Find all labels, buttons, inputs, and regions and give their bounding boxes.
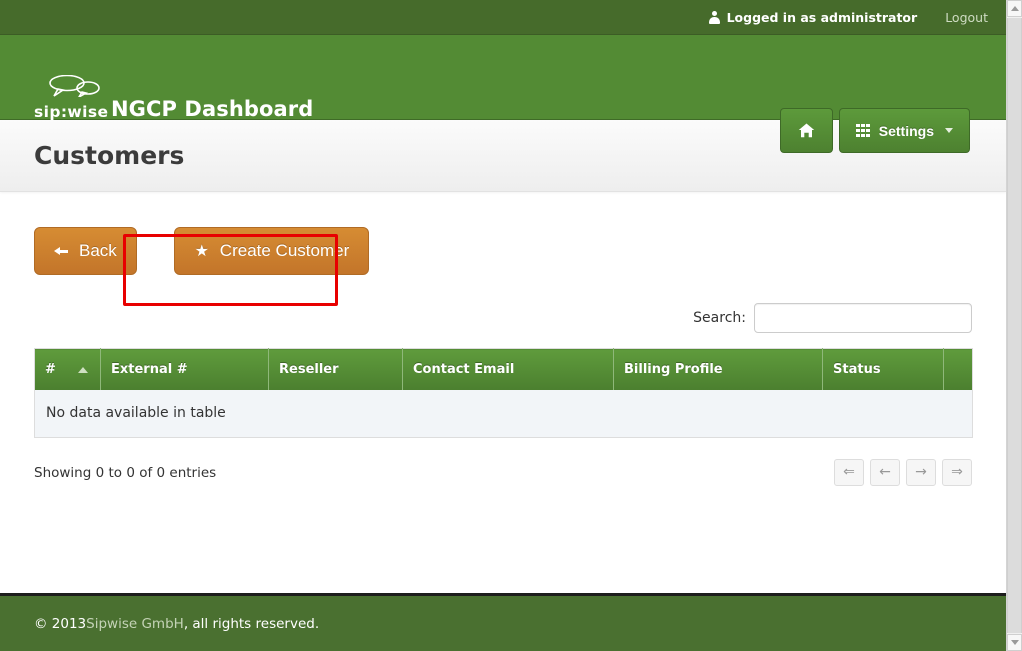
table-body: No data available in table	[35, 390, 973, 438]
scrollbar-up-arrow[interactable]	[1007, 0, 1022, 17]
column-header-number[interactable]: #	[35, 349, 101, 390]
create-customer-wrapper: ★ Create Customer	[174, 227, 369, 275]
pagination: ⇐ ← → ⇒	[834, 459, 972, 486]
content-area: Back ★ Create Customer Search:	[0, 192, 1006, 486]
sipwise-wordmark: sip:wise	[34, 103, 108, 121]
browser-viewport: Logged in as administrator Logout sip:wi…	[0, 0, 1022, 651]
create-customer-button[interactable]: ★ Create Customer	[174, 227, 369, 275]
brand[interactable]: sip:wise NGCP Dashboard	[34, 87, 313, 121]
settings-button[interactable]: Settings	[839, 108, 970, 153]
column-header-billing-profile[interactable]: Billing Profile	[614, 349, 823, 390]
star-icon: ★	[194, 244, 210, 259]
create-customer-label: Create Customer	[220, 241, 349, 261]
grid-icon	[856, 124, 870, 138]
customers-table-wrapper: # External # Reseller Contact Email Bill…	[34, 348, 972, 486]
navbar-actions: Settings	[780, 108, 970, 153]
logout-link[interactable]: Logout	[945, 10, 988, 25]
column-header-status[interactable]: Status	[823, 349, 944, 390]
table-header: # External # Reseller Contact Email Bill…	[35, 349, 973, 390]
pagination-previous[interactable]: ←	[870, 459, 900, 486]
pagination-first[interactable]: ⇐	[834, 459, 864, 486]
footer-company-link[interactable]: Sipwise GmbH	[86, 616, 184, 632]
chevron-up-icon	[1011, 6, 1019, 11]
home-icon	[798, 123, 815, 138]
logged-in-status: Logged in as administrator	[709, 10, 918, 25]
sipwise-logo: sip:wise	[34, 87, 102, 121]
column-header-reseller[interactable]: Reseller	[269, 349, 403, 390]
column-header-contact-email[interactable]: Contact Email	[403, 349, 614, 390]
logged-in-label: Logged in as administrator	[727, 10, 918, 25]
footer-copyright-suffix: , all rights reserved.	[184, 616, 319, 632]
home-button[interactable]	[780, 108, 833, 153]
page-root: Logged in as administrator Logout sip:wi…	[0, 0, 1006, 651]
table-empty-message: No data available in table	[35, 390, 973, 438]
speech-bubbles-icon	[48, 75, 102, 97]
user-icon	[709, 11, 720, 24]
action-button-row: Back ★ Create Customer	[34, 226, 972, 276]
brand-title: NGCP Dashboard	[111, 99, 313, 121]
search-input[interactable]	[754, 303, 972, 333]
column-header-actions	[944, 349, 973, 390]
scrollbar-down-arrow[interactable]	[1007, 634, 1022, 651]
column-header-external-number[interactable]: External #	[101, 349, 269, 390]
settings-button-label: Settings	[879, 123, 934, 139]
column-label: #	[45, 362, 56, 377]
table-header-row: # External # Reseller Contact Email Bill…	[35, 349, 973, 390]
scrollbar-track[interactable]	[1007, 18, 1022, 633]
main-navbar: sip:wise NGCP Dashboard Settings	[0, 35, 1006, 120]
pagination-last[interactable]: ⇒	[942, 459, 972, 486]
page-footer: © 2013 Sipwise GmbH, all rights reserved…	[0, 593, 1006, 651]
table-footer: Showing 0 to 0 of 0 entries ⇐ ← → ⇒	[34, 459, 972, 486]
page-title: Customers	[0, 141, 184, 170]
back-button-label: Back	[79, 241, 117, 261]
top-utility-bar: Logged in as administrator Logout	[0, 0, 1006, 35]
arrow-left-icon	[54, 244, 69, 258]
browser-scrollbar[interactable]	[1006, 0, 1022, 651]
chevron-down-icon	[945, 128, 953, 133]
table-info: Showing 0 to 0 of 0 entries	[34, 465, 216, 481]
search-row: Search:	[34, 303, 972, 333]
pagination-next[interactable]: →	[906, 459, 936, 486]
sort-ascending-icon	[78, 367, 88, 373]
table-empty-row: No data available in table	[35, 390, 973, 438]
customers-table: # External # Reseller Contact Email Bill…	[34, 348, 973, 438]
chevron-down-icon	[1011, 640, 1019, 645]
footer-copyright-prefix: © 2013	[34, 616, 86, 632]
back-button[interactable]: Back	[34, 227, 137, 275]
search-label: Search:	[693, 310, 746, 326]
